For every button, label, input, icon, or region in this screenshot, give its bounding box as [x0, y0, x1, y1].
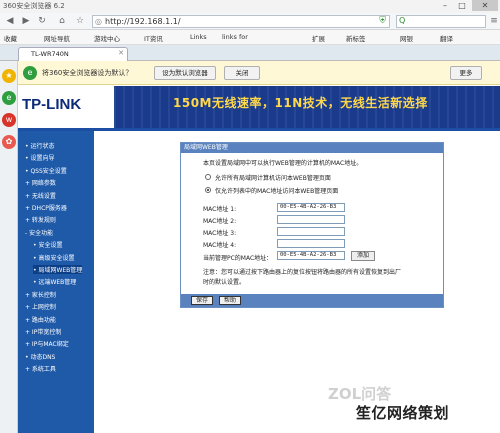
menu-item[interactable]: + 转发规则	[25, 215, 56, 224]
url-text[interactable]: http://192.168.1.1/	[105, 17, 181, 26]
bookmark-item[interactable]: 扩展	[312, 33, 325, 43]
allow-list-radio[interactable]	[205, 187, 211, 193]
bookmark-item[interactable]: 收藏	[4, 33, 17, 43]
allow-all-label: 允许所有局域网计算机访问本WEB管理页面	[215, 175, 331, 182]
browser-logo-icon[interactable]: e	[2, 91, 16, 105]
tab-tl-wr740n[interactable]: TL-WR740N ✕	[18, 47, 128, 61]
back-icon[interactable]: ◀	[4, 16, 16, 27]
search-icon: Q	[399, 16, 406, 25]
site-watermark: 笙亿网络策划	[356, 404, 450, 422]
mac-address-3-input[interactable]	[277, 227, 345, 236]
menu-item[interactable]: + 家长控制	[25, 290, 56, 299]
menu-item[interactable]: • 远端WEB管理	[33, 277, 76, 286]
allow-list-label: 仅允许列表中的MAC地址访问本WEB管理页面	[215, 188, 339, 195]
address-bar[interactable]: ◎ http://192.168.1.1/ ⛨	[92, 15, 390, 28]
save-button[interactable]: 保存	[191, 296, 213, 305]
tab-strip: TL-WR740N ✕	[0, 45, 500, 61]
menu-item[interactable]: • 动态DNS	[25, 352, 55, 361]
menu-item[interactable]: + 网络参数	[25, 178, 56, 187]
zol-watermark: ZOL问答	[328, 385, 392, 403]
router-menu: • 运行状态 • 设置向导 • QSS安全设置 + 网络参数 + 无线设置 + DHCP服…	[18, 131, 94, 433]
lan-web-management-panel: 局域网WEB管理 本页设置局域网中可以执行WEB管理的计算机的MAC地址。 允许…	[180, 142, 444, 308]
bookmark-item[interactable]: 网址导航	[44, 33, 70, 43]
security-shield-icon[interactable]: ⛨	[379, 16, 386, 26]
apps-icon[interactable]: ✿	[2, 135, 16, 149]
default-browser-notification: e 将360安全浏览器设为默认？ 设为默认浏览器 关闭 更多	[18, 61, 500, 85]
bookmark-item[interactable]: Links	[190, 33, 207, 41]
menu-item[interactable]: • 设置向导	[25, 153, 54, 162]
menu-item[interactable]: + DHCP服务器	[25, 203, 67, 212]
search-box[interactable]: Q	[396, 15, 486, 28]
page-icon: ◎	[95, 17, 102, 26]
panel-title: 局域网WEB管理	[181, 143, 443, 153]
menu-item[interactable]: + 系统工具	[25, 364, 56, 373]
allow-all-radio[interactable]	[205, 174, 211, 180]
mac-address-2-input[interactable]	[277, 215, 345, 224]
weibo-icon[interactable]: w	[2, 113, 16, 127]
panel-footer: 保存 帮助	[181, 294, 443, 307]
browser-sidebar: ★ e w ✿	[0, 61, 18, 433]
menu-item[interactable]: + 上网控制	[25, 302, 56, 311]
tab-close-icon[interactable]: ✕	[118, 49, 124, 57]
menu-item[interactable]: • 安全设置	[33, 240, 62, 249]
menu-item[interactable]: + IP与MAC绑定	[25, 339, 69, 348]
tplink-banner: TP-LINK 150M无线速率，11N技术，无线生活新选择	[18, 86, 500, 128]
notification-text: 将360安全浏览器设为默认？	[42, 69, 133, 77]
mac-label-3: MAC地址 3:	[203, 230, 237, 237]
window-title: 360安全浏览器 6.2	[3, 2, 65, 10]
menu-item[interactable]: + 无线设置	[25, 191, 56, 200]
menu-item[interactable]: + 路由功能	[25, 315, 56, 324]
favorites-star-icon[interactable]: ★	[2, 69, 16, 83]
tplink-logo: TP-LINK	[22, 96, 82, 113]
menu-item[interactable]: • 局域网WEB管理	[33, 265, 83, 274]
menu-item[interactable]: • 高级安全设置	[33, 253, 74, 262]
note-line-1: 注意：您可以通过按下路由器上的复位按钮将路由器的所有设置恢复到出厂	[203, 269, 402, 276]
maximize-icon[interactable]: □	[455, 0, 469, 11]
browser-logo-icon: e	[23, 66, 37, 80]
more-button[interactable]: 更多	[450, 66, 482, 80]
set-default-button[interactable]: 设为默认浏览器	[154, 66, 216, 80]
add-button[interactable]: 添加	[351, 251, 375, 261]
refresh-icon[interactable]: ↻	[36, 16, 48, 27]
banner-slogan: 150M无线速率，11N技术，无线生活新选择	[173, 96, 428, 110]
panel-description: 本页设置局域网中可以执行WEB管理的计算机的MAC地址。	[203, 160, 363, 167]
navigation-toolbar: ◀ ▶ ↻ ⌂ ☆ ◎ http://192.168.1.1/ ⛨ Q ≡	[0, 13, 500, 30]
mac-address-4-input[interactable]	[277, 239, 345, 248]
menu-item[interactable]: • 运行状态	[25, 141, 54, 150]
menu-icon[interactable]: ≡	[488, 16, 500, 27]
mac-address-1-input[interactable]: 00-E5-4B-A2-26-B3	[277, 203, 345, 212]
bookmark-item[interactable]: IT资讯	[144, 33, 163, 43]
mac-label-4: MAC地址 4:	[203, 242, 237, 249]
menu-item[interactable]: - 安全功能	[25, 228, 53, 237]
home-icon[interactable]: ⌂	[56, 16, 68, 27]
forward-icon[interactable]: ▶	[20, 16, 32, 27]
note-line-2: 时的默认设置。	[203, 279, 246, 286]
menu-item[interactable]: + IP带宽控制	[25, 327, 61, 336]
current-mac-input[interactable]: 00-E5-4B-A2-26-B3	[277, 251, 345, 260]
favorite-icon[interactable]: ☆	[74, 16, 86, 27]
router-admin-page: TP-LINK 150M无线速率，11N技术，无线生活新选择 • 运行状态 • 设…	[18, 86, 500, 433]
tab-title: TL-WR740N	[31, 50, 69, 58]
help-button[interactable]: 帮助	[219, 296, 241, 305]
bookmark-item[interactable]: 新标签	[346, 33, 366, 43]
title-bar: 360安全浏览器 6.2 – □ ✕	[0, 0, 500, 13]
bookmarks-bar: 收藏 网址导航 游戏中心 IT资讯 Links links for 扩展 新标签…	[0, 30, 500, 45]
bookmark-item[interactable]: 网银	[400, 33, 413, 43]
menu-item[interactable]: • QSS安全设置	[25, 166, 67, 175]
close-notification-button[interactable]: 关闭	[224, 66, 260, 80]
main-content: 局域网WEB管理 本页设置局域网中可以执行WEB管理的计算机的MAC地址。 允许…	[94, 131, 500, 433]
mac-label-1: MAC地址 1:	[203, 206, 237, 213]
bookmark-item[interactable]: 游戏中心	[94, 33, 120, 43]
minimize-icon[interactable]: –	[438, 0, 452, 11]
close-icon[interactable]: ✕	[472, 0, 498, 11]
bookmark-item[interactable]: links for	[222, 33, 248, 41]
current-mac-label: 当前管理PC的MAC地址：	[203, 255, 273, 262]
bookmark-item[interactable]: 翻译	[440, 33, 453, 43]
mac-label-2: MAC地址 2:	[203, 218, 237, 225]
